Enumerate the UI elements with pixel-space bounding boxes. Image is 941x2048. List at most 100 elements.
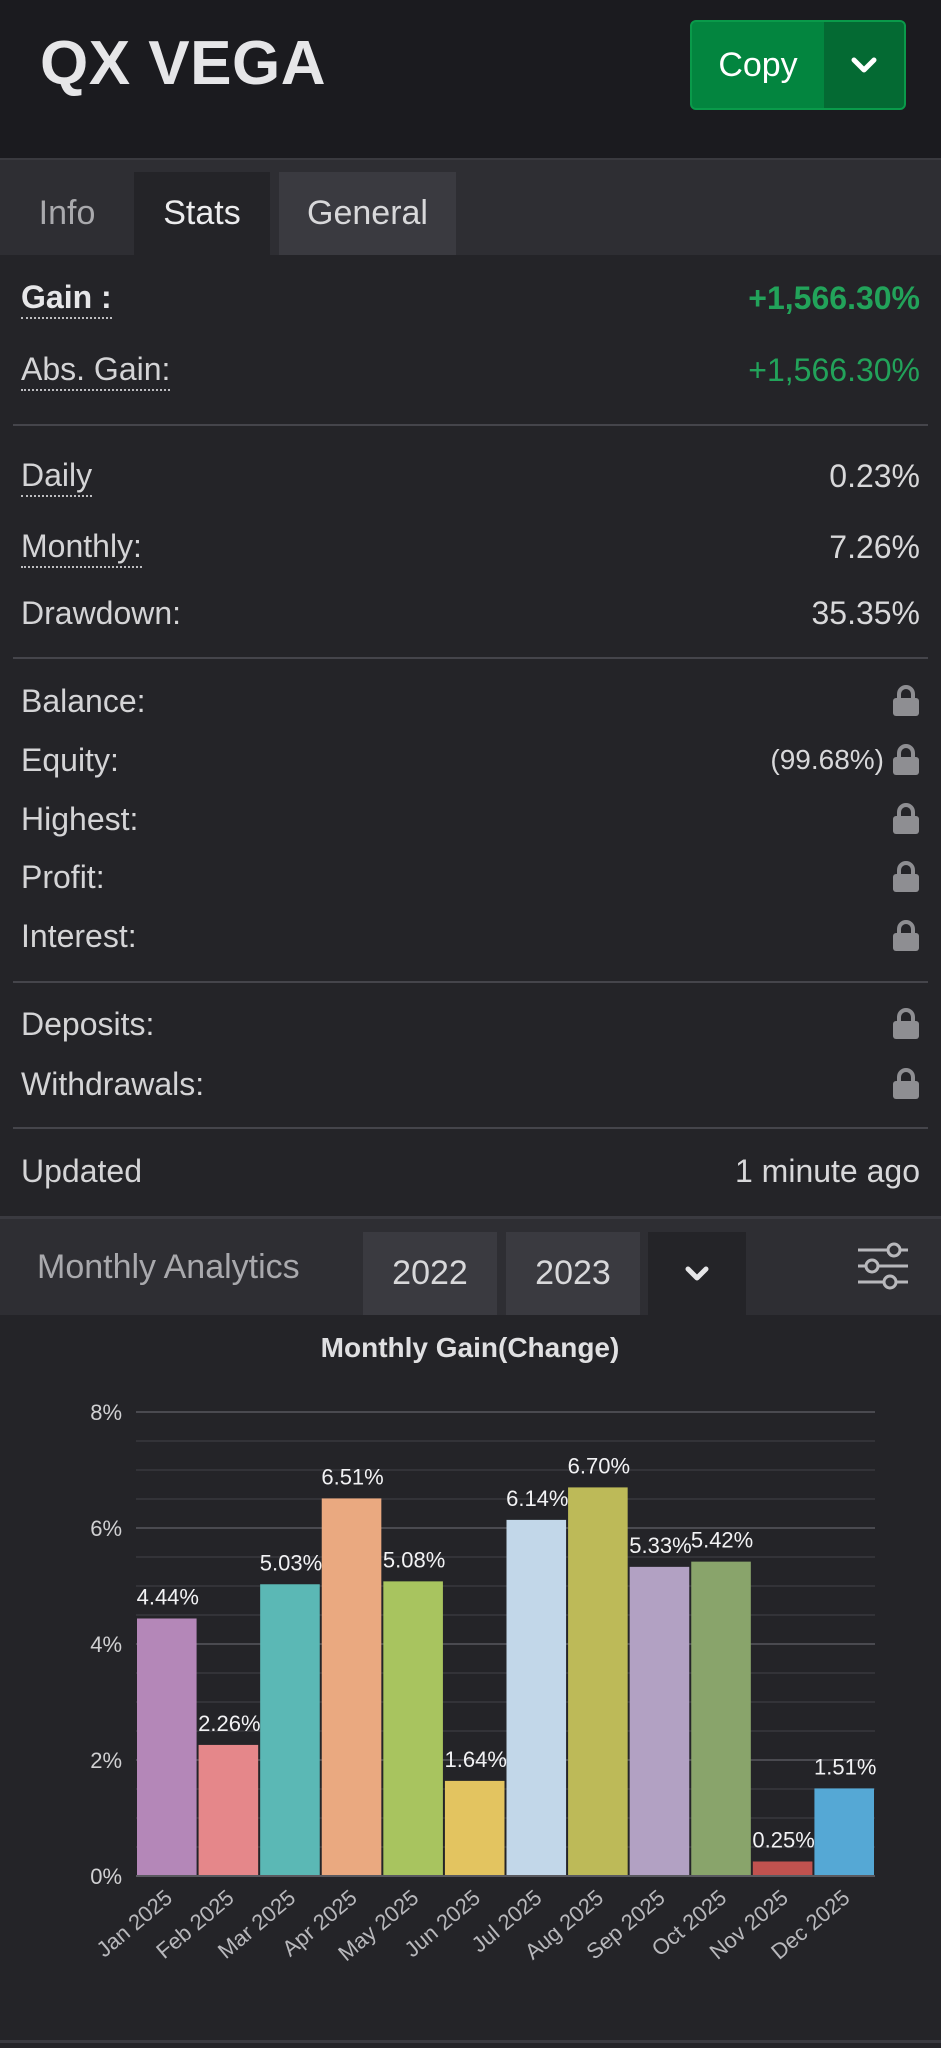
data-label: 5.42% — [691, 1528, 753, 1553]
header: QX VEGA Copy — [0, 0, 941, 160]
divider — [13, 1127, 928, 1129]
balance-label: Balance: — [21, 682, 146, 719]
drawdown-row: Drawdown: 35.35% — [21, 588, 920, 638]
abs-gain-row: Abs. Gain: +1,566.30% — [21, 345, 920, 395]
withdrawals-label: Withdrawals: — [21, 1065, 205, 1102]
daily-value: 0.23% — [829, 457, 920, 494]
equity-row: Equity: (99.68%) — [21, 735, 920, 785]
data-label: 5.08% — [383, 1547, 445, 1572]
balance-value — [884, 685, 920, 717]
data-label: 5.03% — [260, 1550, 322, 1575]
lock-icon — [893, 1068, 919, 1099]
gain-value: +1,566.30% — [748, 279, 920, 316]
bar — [198, 1744, 259, 1876]
profit-value — [884, 861, 920, 893]
bar — [568, 1487, 628, 1876]
deposits-value — [884, 1008, 920, 1040]
balance-row: Balance: — [21, 676, 920, 726]
lock-icon — [893, 803, 919, 834]
withdrawals-row: Withdrawals: — [21, 1059, 920, 1109]
analytics-toolbar: Monthly Analytics 2022 2023 — [0, 1216, 941, 1315]
bar — [383, 1581, 443, 1876]
bar — [752, 1861, 813, 1876]
updated-label: Updated — [21, 1152, 142, 1189]
data-label: 6.14% — [506, 1486, 568, 1511]
profit-row: Profit: — [21, 852, 920, 902]
data-label: 4.44% — [137, 1584, 199, 1609]
sliders-icon — [858, 1242, 908, 1290]
y-tick-label: 0% — [90, 1864, 122, 1889]
copy-dropdown-button[interactable] — [824, 22, 904, 108]
bar-chart: Monthly Gain(Change) 0%2%4%6%8%4.44%Jan … — [90, 1332, 876, 1966]
data-label: 6.51% — [321, 1464, 383, 1489]
year-button-2022[interactable]: 2022 — [363, 1232, 497, 1315]
data-label: 1.51% — [814, 1754, 876, 1779]
data-label: 2.26% — [198, 1711, 260, 1736]
abs-gain-value: +1,566.30% — [748, 351, 920, 388]
bar — [260, 1584, 320, 1876]
y-tick-label: 8% — [90, 1400, 122, 1425]
daily-row: Daily 0.23% — [21, 451, 920, 501]
drawdown-value: 35.35% — [811, 594, 920, 631]
highest-value — [884, 803, 920, 835]
year-dropdown-button[interactable] — [648, 1232, 746, 1315]
interest-row: Interest: — [21, 911, 920, 961]
highest-row: Highest: — [21, 794, 920, 844]
tab-stats[interactable]: Stats — [134, 172, 270, 255]
profit-label: Profit: — [21, 858, 105, 895]
highest-label: Highest: — [21, 800, 139, 837]
deposits-row: Deposits: — [21, 999, 920, 1049]
divider — [13, 657, 928, 659]
lock-icon — [893, 861, 919, 892]
interest-value — [884, 920, 920, 952]
chevron-down-icon — [685, 1266, 709, 1280]
stats-panel: Gain : +1,566.30% Abs. Gain: +1,566.30% … — [0, 255, 941, 1215]
deposits-label: Deposits: — [21, 1005, 155, 1042]
chart-title: Monthly Gain(Change) — [321, 1332, 620, 1363]
data-label: 5.33% — [629, 1533, 691, 1558]
lock-icon — [893, 920, 919, 951]
daily-label[interactable]: Daily — [21, 455, 93, 497]
y-tick-label: 6% — [90, 1516, 122, 1541]
monthly-label[interactable]: Monthly: — [21, 526, 142, 568]
lock-icon — [893, 1008, 919, 1039]
copy-button[interactable]: Copy — [692, 22, 824, 108]
interest-label: Interest: — [21, 917, 137, 954]
divider — [13, 981, 928, 983]
divider — [0, 2040, 941, 2043]
data-label: 6.70% — [568, 1453, 630, 1478]
lock-icon — [893, 685, 919, 716]
updated-row: Updated 1 minute ago — [21, 1146, 920, 1196]
abs-gain-label[interactable]: Abs. Gain: — [21, 349, 171, 391]
bar — [506, 1519, 567, 1876]
bar — [321, 1498, 382, 1876]
bar — [137, 1618, 197, 1876]
tab-bar: Info Stats General — [0, 160, 941, 255]
tab-info[interactable]: Info — [0, 172, 134, 255]
bar — [814, 1788, 874, 1876]
divider — [13, 424, 928, 426]
monthly-gain-chart: Monthly Gain(Change) 0% 2% 4% 6% 8% 4.44% Jan … — [0, 1312, 941, 2048]
data-label: 1.64% — [445, 1747, 507, 1772]
monthly-analytics-title: Monthly Analytics — [37, 1247, 300, 1286]
y-tick-label: 4% — [90, 1632, 122, 1657]
drawdown-label: Drawdown: — [21, 594, 182, 631]
withdrawals-value — [884, 1068, 920, 1100]
bar — [691, 1561, 751, 1876]
monthly-row: Monthly: 7.26% — [21, 522, 920, 572]
tab-general[interactable]: General — [279, 172, 456, 255]
y-tick-label: 2% — [90, 1748, 122, 1773]
bar — [444, 1780, 505, 1876]
year-button-2023[interactable]: 2023 — [506, 1232, 640, 1315]
gain-row: Gain : +1,566.30% — [21, 273, 920, 323]
bar — [629, 1566, 690, 1876]
copy-button-group: Copy — [690, 20, 906, 110]
monthly-value: 7.26% — [829, 528, 920, 565]
lock-icon — [893, 744, 919, 775]
gain-label[interactable]: Gain : — [21, 277, 112, 319]
chevron-down-icon — [851, 57, 877, 73]
equity-value: (99.68%) — [770, 744, 920, 776]
filter-settings-button[interactable] — [856, 1241, 910, 1296]
data-label: 0.25% — [752, 1828, 814, 1853]
page-title: QX VEGA — [40, 29, 327, 98]
